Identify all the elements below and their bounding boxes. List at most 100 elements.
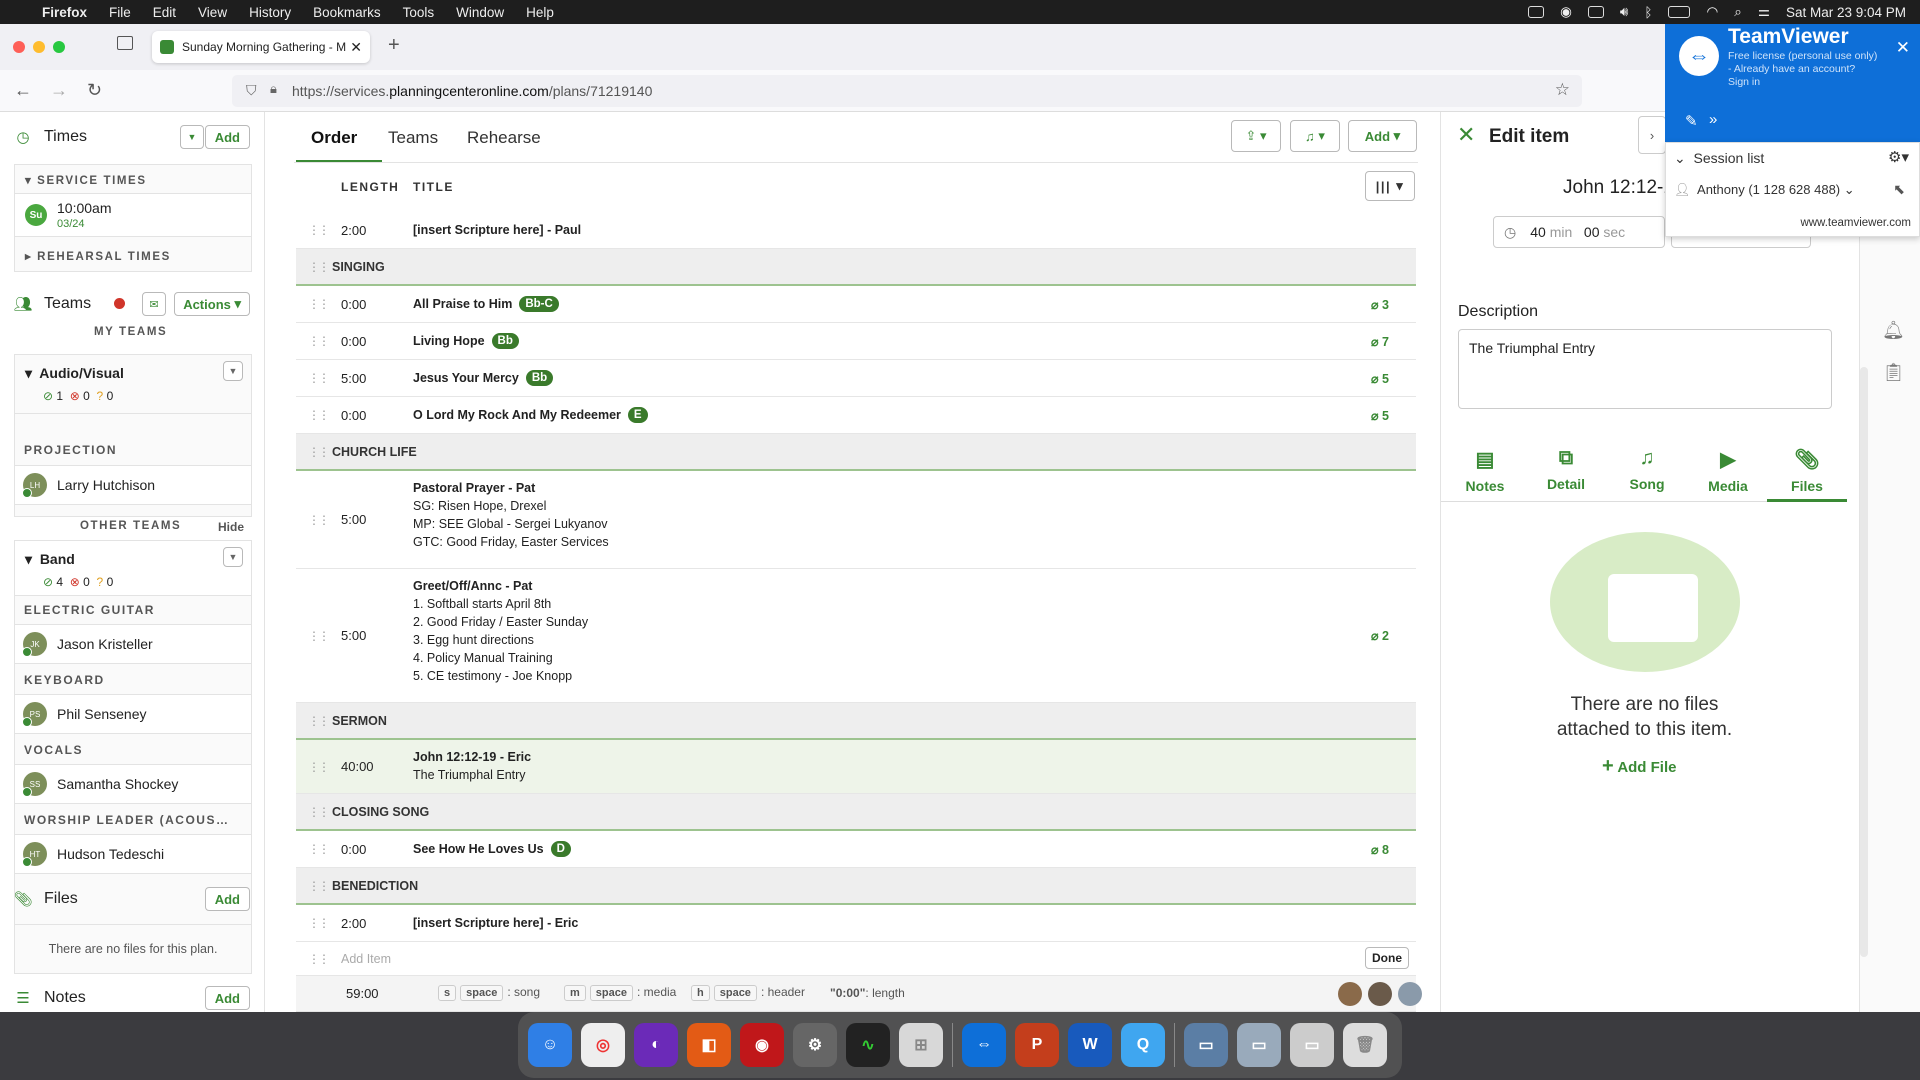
reload-icon[interactable]: ↻	[87, 80, 102, 101]
description-textarea[interactable]: The Triumphal Entry	[1458, 329, 1832, 409]
panel-scrollbar[interactable]	[1860, 367, 1868, 957]
session-list-toggle[interactable]: ⌄ Session list	[1674, 150, 1764, 167]
attachment-count[interactable]: ⌀ 2	[1371, 628, 1389, 643]
tab-notes[interactable]: ▤ Notes	[1445, 447, 1525, 494]
section-header-row[interactable]: ⋮⋮ SINGING	[296, 249, 1416, 286]
plan-item-row[interactable]: ⋮⋮ 40:00 John 12:12-19 - Eric The Triumphal…	[296, 740, 1416, 794]
menu-datetime[interactable]: Sat Mar 23 9:04 PM	[1786, 5, 1906, 20]
drag-handle-icon[interactable]: ⋮⋮	[308, 760, 330, 774]
done-button[interactable]: Done	[1365, 947, 1409, 969]
person-row[interactable]: LH Larry Hutchison	[14, 465, 252, 505]
lock-icon[interactable]: 🔒︎	[270, 81, 277, 97]
plan-item-row[interactable]: ⋮⋮ 0:00 Living Hope Bb ⌀ 7	[296, 323, 1416, 360]
word-icon[interactable]: W	[1068, 1023, 1112, 1067]
hide-other-teams-link[interactable]: Hide	[218, 520, 244, 534]
firefox-icon[interactable]: ◐	[634, 1023, 678, 1067]
email-team-button[interactable]: ✉	[142, 292, 166, 316]
teamviewer-close-icon[interactable]: ✕	[1896, 38, 1910, 58]
section-header-row[interactable]: ⋮⋮ CLOSING SONG	[296, 794, 1416, 831]
powerpoint-icon[interactable]: P	[1015, 1023, 1059, 1067]
drag-handle-icon[interactable]: ⋮⋮	[308, 260, 330, 274]
section-header-row[interactable]: ⋮⋮ CHURCH LIFE	[296, 434, 1416, 471]
avatar[interactable]	[1338, 982, 1362, 1006]
tab-files[interactable]: 📎︎ Files	[1767, 447, 1847, 494]
quicktime-icon[interactable]: Q	[1121, 1023, 1165, 1067]
drag-handle-icon[interactable]: ⋮⋮	[308, 445, 330, 459]
menu-help[interactable]: Help	[526, 5, 554, 20]
attachment-count[interactable]: ⌀ 8	[1371, 842, 1389, 857]
close-edit-icon[interactable]: ✕	[1457, 122, 1475, 148]
av-team-dropdown[interactable]: ▼	[223, 361, 243, 381]
menu-history[interactable]: History	[249, 5, 291, 20]
tab-rehearse[interactable]: Rehearse	[467, 128, 541, 148]
length-seconds[interactable]: 00	[1584, 224, 1600, 240]
teamviewer-pin-icon[interactable]: ✎	[1685, 112, 1698, 130]
trash-icon[interactable]: 🗑︎	[1343, 1023, 1387, 1067]
attachment-count[interactable]: ⌀ 3	[1371, 297, 1389, 312]
drag-handle-icon[interactable]: ⋮⋮	[308, 805, 330, 819]
system-settings-icon[interactable]: ⚙	[793, 1023, 837, 1067]
times-add-button[interactable]: Add	[204, 125, 250, 149]
office-icon[interactable]: ◧	[687, 1023, 731, 1067]
plan-item-row[interactable]: ⋮⋮ 5:00 Jesus Your Mercy Bb ⌀ 5	[296, 360, 1416, 397]
session-user-row[interactable]: 👤︎ Anthony (1 128 628 488) ⌄	[1674, 182, 1855, 198]
drag-handle-icon[interactable]: ⋮⋮	[308, 371, 330, 385]
drag-handle-icon[interactable]: ⋮⋮	[308, 513, 330, 527]
screen-recorder-icon[interactable]: ◉	[740, 1023, 784, 1067]
add-item-input[interactable]: Add Item	[341, 952, 391, 966]
plan-item-row[interactable]: ⋮⋮ 5:00 Pastoral Prayer - Pat SG: Risen Hop…	[296, 471, 1416, 569]
tab-order[interactable]: Order	[311, 128, 357, 148]
service-times-toggle[interactable]: ▾ SERVICE TIMES	[25, 173, 147, 187]
plan-item-row[interactable]: ⋮⋮ 2:00 [insert Scripture here] - Paul	[296, 212, 1416, 249]
plan-item-row[interactable]: ⋮⋮ 0:00 All Praise to Him Bb-C ⌀ 3	[296, 286, 1416, 323]
folder-stack-icon[interactable]: ▭	[1184, 1023, 1228, 1067]
new-tab-icon[interactable]: +	[388, 34, 400, 57]
minimize-window-icon[interactable]	[33, 41, 45, 53]
band-team-dropdown[interactable]: ▼	[223, 547, 243, 567]
tab-teams[interactable]: Teams	[388, 128, 438, 148]
avatar[interactable]	[1368, 982, 1392, 1006]
menu-bookmarks[interactable]: Bookmarks	[313, 5, 381, 20]
drag-handle-icon[interactable]: ⋮⋮	[308, 334, 330, 348]
bell-icon[interactable]: 🔔︎	[1882, 320, 1905, 341]
plan-item-row[interactable]: ⋮⋮ 5:00 Greet/Off/Annc - Pat 1. Softball st…	[296, 569, 1416, 703]
menu-window[interactable]: Window	[456, 5, 504, 20]
browser-tab[interactable]: Sunday Morning Gathering - Ma ✕	[152, 31, 370, 63]
menu-view[interactable]: View	[198, 5, 227, 20]
drag-handle-icon[interactable]: ⋮⋮	[308, 629, 330, 643]
control-center-icon[interactable]: ⚌	[1758, 4, 1770, 20]
service-time-row[interactable]: Su 10:00am 03/24	[15, 193, 251, 237]
drag-handle-icon[interactable]: ⋮⋮	[308, 879, 330, 893]
files-add-button[interactable]: Add	[204, 887, 250, 911]
person-row[interactable]: PS Phil Senseney	[14, 694, 252, 734]
bluetooth-icon[interactable]: ᛒ	[1644, 5, 1652, 20]
drag-handle-icon[interactable]: ⋮⋮	[308, 297, 330, 311]
url-bar[interactable]: ⛉ 🔒︎ https://services. planningcenteronli…	[232, 75, 1582, 107]
wifi-icon[interactable]: ◠	[1706, 4, 1718, 20]
export-button[interactable]: ⇪ ▾	[1231, 120, 1281, 152]
tab-song[interactable]: ♫ Song	[1607, 447, 1687, 492]
plan-item-row[interactable]: ⋮⋮ 0:00 See How He Loves Us D ⌀ 8	[296, 831, 1416, 868]
drag-handle-icon[interactable]: ⋮⋮	[308, 223, 330, 237]
finder-icon[interactable]: ☺	[528, 1023, 572, 1067]
notes-add-button[interactable]: Add	[204, 986, 250, 1010]
music-button[interactable]: ♫ ▾	[1290, 120, 1340, 152]
av-team-name[interactable]: ▾ Audio/Visual	[25, 365, 124, 382]
person-row[interactable]: JK Jason Kristeller	[14, 624, 252, 664]
close-window-icon[interactable]	[13, 41, 25, 53]
attachment-count[interactable]: ⌀ 7	[1371, 334, 1389, 349]
pointer-icon[interactable]: ⬉	[1893, 181, 1905, 198]
screen-icon[interactable]	[1528, 6, 1545, 18]
add-file-button[interactable]: + Add File	[1602, 755, 1676, 778]
columns-button[interactable]: ||| ▾	[1365, 171, 1415, 201]
plan-item-row[interactable]: ⋮⋮ 2:00 [insert Scripture here] - Eric	[296, 905, 1416, 942]
screenshot-stack-icon[interactable]: ▭	[1237, 1023, 1281, 1067]
item-title-field[interactable]: John 12:12-1	[1563, 177, 1674, 199]
collapse-panel-icon[interactable]: ›	[1638, 116, 1666, 154]
clipboard-icon[interactable]: 📋︎	[1882, 362, 1905, 383]
attachment-count[interactable]: ⌀ 5	[1371, 408, 1389, 423]
person-row[interactable]: SS Samantha Shockey	[14, 764, 252, 804]
teamviewer-site[interactable]: www.teamviewer.com	[1800, 217, 1911, 229]
length-input[interactable]: ◷ 40 min 00 sec	[1493, 216, 1665, 248]
shield-icon[interactable]: ⛉	[246, 82, 257, 99]
